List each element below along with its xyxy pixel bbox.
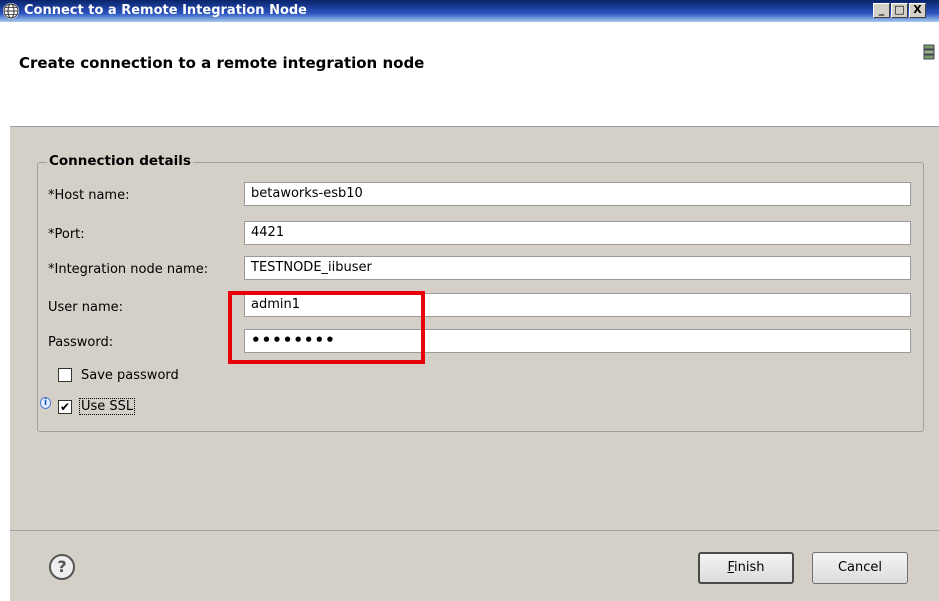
- save-password-checkbox[interactable]: [58, 368, 72, 382]
- window-edge: [0, 22, 10, 601]
- cancel-button[interactable]: Cancel: [812, 552, 908, 584]
- help-icon[interactable]: ?: [49, 554, 75, 580]
- wizard-banner-icon: [923, 44, 935, 63]
- password-label: Password:: [48, 335, 114, 350]
- host-name-label: *Host name:: [48, 188, 130, 203]
- use-ssl-label[interactable]: Use SSL: [79, 398, 136, 415]
- host-name-field[interactable]: betaworks-esb10: [244, 182, 911, 206]
- port-label: *Port:: [48, 227, 85, 242]
- window-title: Connect to a Remote Integration Node: [24, 3, 308, 18]
- use-ssl-checkbox[interactable]: ✔: [58, 400, 72, 414]
- dialog-header: Create connection to a remote integratio…: [10, 22, 939, 127]
- finish-button[interactable]: Finish: [698, 552, 794, 584]
- globe-icon: [3, 3, 19, 19]
- integration-node-name-label: *Integration node name:: [48, 262, 209, 277]
- port-field[interactable]: 4421: [244, 221, 911, 245]
- title-bar: Connect to a Remote Integration Node _ □…: [0, 0, 939, 22]
- save-password-label[interactable]: Save password: [81, 368, 179, 383]
- maximize-button[interactable]: □: [891, 3, 908, 18]
- info-decoration-icon: i: [40, 397, 51, 409]
- integration-node-name-field[interactable]: TESTNODE_iibuser: [244, 256, 911, 280]
- minimize-button[interactable]: _: [873, 3, 890, 18]
- close-button[interactable]: X: [909, 3, 926, 18]
- user-name-label: User name:: [48, 300, 124, 315]
- finish-label: inish: [734, 560, 765, 575]
- page-title: Create connection to a remote integratio…: [19, 54, 425, 72]
- highlight-box: [228, 291, 425, 364]
- footer-divider: [10, 530, 939, 531]
- group-legend: Connection details: [47, 153, 193, 169]
